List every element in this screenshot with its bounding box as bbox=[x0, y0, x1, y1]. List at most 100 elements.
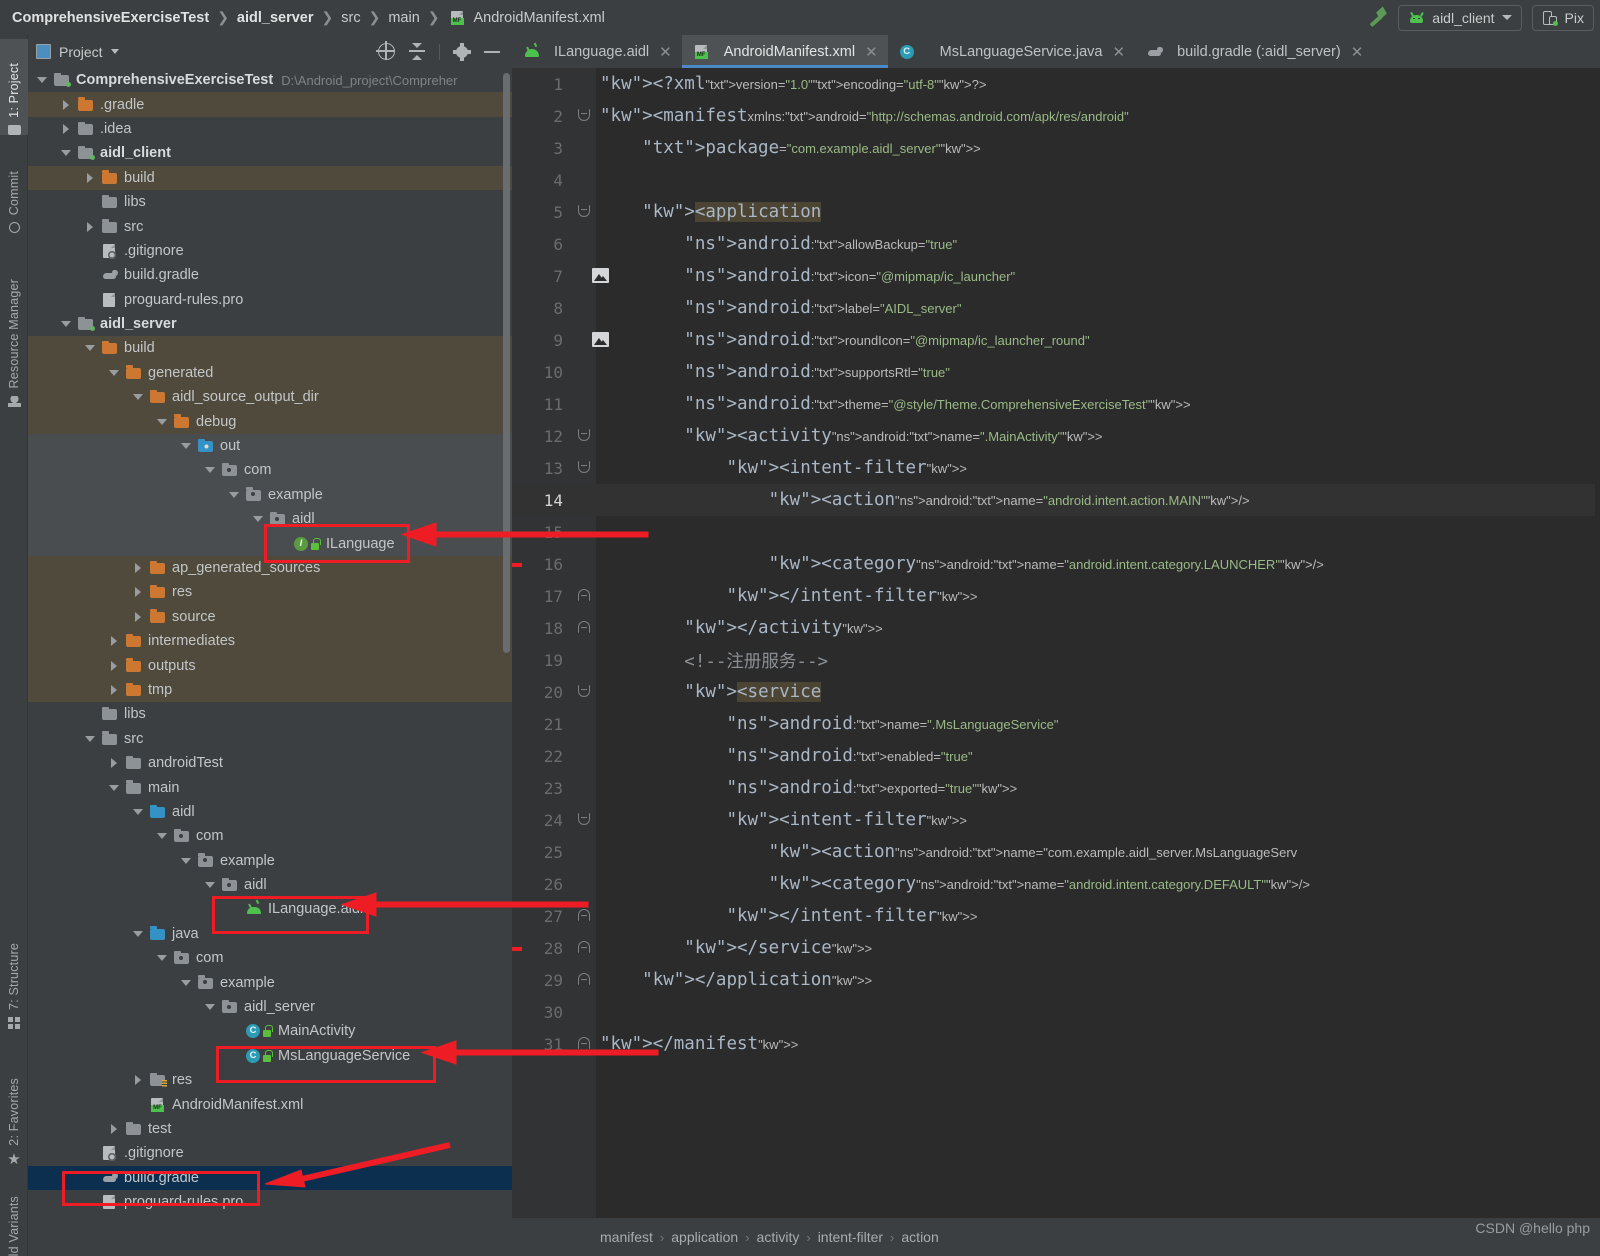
tree-node[interactable]: libs bbox=[28, 190, 512, 214]
collapse-arrow-icon[interactable] bbox=[156, 952, 169, 965]
collapse-arrow-icon[interactable] bbox=[60, 147, 73, 160]
fold-marker[interactable] bbox=[572, 100, 596, 132]
collapse-arrow-icon[interactable] bbox=[84, 342, 97, 355]
fold-marker[interactable] bbox=[572, 484, 596, 516]
fold-marker[interactable] bbox=[572, 132, 596, 164]
expand-arrow-icon[interactable] bbox=[108, 659, 121, 672]
tree-node[interactable]: generated bbox=[28, 360, 512, 386]
image-preview-icon[interactable] bbox=[592, 332, 609, 347]
fold-marker[interactable] bbox=[572, 516, 596, 548]
tree-node[interactable]: intermediates bbox=[28, 628, 512, 654]
tree-node[interactable]: proguard-rules.pro bbox=[28, 1190, 512, 1214]
tree-node[interactable]: java bbox=[28, 922, 512, 946]
code-line[interactable]: 15 bbox=[512, 516, 1600, 548]
tree-node[interactable]: res bbox=[28, 1068, 512, 1092]
code-line[interactable]: 29 "kw"></application "kw" >> bbox=[512, 964, 1600, 996]
code-line[interactable]: 25 "kw"><action "ns" >android: "txt" >name=… bbox=[512, 836, 1600, 868]
expand-arrow-icon[interactable] bbox=[84, 220, 97, 233]
sidebar-item-build-variants[interactable]: Build Variants bbox=[0, 1175, 28, 1256]
collapse-arrow-icon[interactable] bbox=[156, 415, 169, 428]
expand-arrow-icon[interactable] bbox=[108, 635, 121, 648]
code-line[interactable]: 11 "ns">android: "txt" >theme= "@style/Them… bbox=[512, 388, 1600, 420]
close-icon[interactable]: ✕ bbox=[659, 43, 672, 61]
breadcrumb-item-file[interactable]: AndroidManifest.xml bbox=[474, 10, 605, 26]
locate-icon[interactable] bbox=[376, 41, 395, 60]
fold-marker[interactable] bbox=[572, 324, 609, 356]
fold-marker[interactable] bbox=[572, 644, 596, 676]
editor-tab[interactable]: C MsLanguageService.java ✕ bbox=[888, 35, 1135, 68]
tree-node[interactable]: example bbox=[28, 482, 512, 508]
tree-node[interactable]: build bbox=[28, 165, 512, 190]
tree-node[interactable]: AndroidManifest.xml bbox=[28, 1092, 512, 1116]
collapse-arrow-icon[interactable] bbox=[108, 781, 121, 794]
fold-marker[interactable] bbox=[572, 996, 596, 1028]
code-line[interactable]: 13 "kw"><intent-filter "kw" >> bbox=[512, 452, 1600, 484]
tree-node-selected[interactable]: build.gradle bbox=[28, 1165, 512, 1190]
sidebar-item-commit[interactable]: Commit bbox=[0, 147, 28, 233]
sidebar-item-project[interactable]: 1: Project bbox=[0, 39, 28, 135]
code-line[interactable]: 24 "kw"><intent-filter "kw" >> bbox=[512, 804, 1600, 836]
image-preview-icon[interactable] bbox=[592, 268, 609, 283]
code-line[interactable]: 8 "ns">android: "txt" >label= "AIDL_server" bbox=[512, 292, 1600, 324]
code-line[interactable]: 21 "ns">android: "txt" >name= ".MsLanguageS… bbox=[512, 708, 1600, 740]
fold-marker[interactable] bbox=[572, 804, 596, 836]
fold-marker[interactable] bbox=[572, 388, 596, 420]
tree-node[interactable]: libs bbox=[28, 702, 512, 726]
tree-node[interactable]: com bbox=[28, 946, 512, 970]
fold-marker[interactable] bbox=[572, 676, 596, 708]
tree-node[interactable]: debug bbox=[28, 409, 512, 434]
code-line[interactable]: 12 "kw"><activity "ns" >android: "txt" >nam… bbox=[512, 420, 1600, 452]
expand-arrow-icon[interactable] bbox=[108, 757, 121, 770]
tree-node[interactable]: build bbox=[28, 336, 512, 361]
expand-arrow-icon[interactable] bbox=[132, 586, 145, 599]
tree-node[interactable]: .idea bbox=[28, 117, 512, 141]
collapse-arrow-icon[interactable] bbox=[204, 1001, 217, 1014]
tree-node[interactable]: ap_generated_sources bbox=[28, 555, 512, 581]
fold-marker[interactable] bbox=[572, 548, 596, 580]
sidebar-item-favorites[interactable]: ★ 2: Favorites bbox=[0, 1043, 28, 1167]
collapse-arrow-icon[interactable] bbox=[252, 513, 265, 526]
tree-node[interactable]: com bbox=[28, 824, 512, 848]
collapse-arrow-icon[interactable] bbox=[84, 732, 97, 745]
tree-node[interactable]: aidl_server bbox=[28, 995, 512, 1019]
fold-marker[interactable] bbox=[572, 452, 596, 484]
tree-node[interactable]: test bbox=[28, 1117, 512, 1141]
breadcrumb-item-project[interactable]: ComprehensiveExerciseTest bbox=[12, 10, 209, 26]
code-line[interactable]: 2 "kw"><manifest xmlns: "txt" >android= "htt… bbox=[512, 100, 1600, 132]
close-icon[interactable]: ✕ bbox=[1351, 43, 1364, 61]
expand-arrow-icon[interactable] bbox=[84, 171, 97, 184]
fold-marker[interactable] bbox=[572, 740, 596, 772]
fold-marker[interactable] bbox=[572, 900, 596, 932]
code-line[interactable]: 1 "kw"><?xml "txt" >version= "1.0" "txt" >en… bbox=[512, 68, 1600, 100]
editor-breadcrumb-item[interactable]: intent-filter bbox=[818, 1229, 883, 1245]
collapse-arrow-icon[interactable] bbox=[132, 805, 145, 818]
tree-node[interactable]: main bbox=[28, 775, 512, 799]
collapse-arrow-icon[interactable] bbox=[132, 927, 145, 940]
code-line[interactable]: 23 "ns">android: "txt" >exported= "true" "kw… bbox=[512, 772, 1600, 804]
tree-node[interactable]: com bbox=[28, 458, 512, 483]
collapse-arrow-icon[interactable] bbox=[156, 830, 169, 843]
code-line[interactable]: 6 "ns">android: "txt" >allowBackup= "true" bbox=[512, 228, 1600, 260]
fold-marker[interactable] bbox=[572, 932, 596, 964]
code-editor[interactable]: 1 "kw"><?xml "txt" >version= "1.0" "txt" >en… bbox=[512, 68, 1600, 1251]
tree-node[interactable]: ComprehensiveExerciseTest D:\Android_proj… bbox=[28, 68, 512, 92]
minimize-icon[interactable] bbox=[484, 50, 500, 53]
code-line[interactable]: 3 "txt">package = "com.example.aidl_server… bbox=[512, 132, 1600, 164]
collapse-arrow-icon[interactable] bbox=[60, 318, 73, 331]
tree-node[interactable]: I ILanguage bbox=[28, 531, 512, 556]
code-line[interactable]: 31 "kw"></manifest "kw" >> bbox=[512, 1028, 1600, 1060]
tree-node[interactable]: example bbox=[28, 849, 512, 873]
fold-marker[interactable] bbox=[572, 1028, 596, 1060]
fold-marker[interactable] bbox=[572, 708, 596, 740]
tree-node[interactable]: C MsLanguageService bbox=[28, 1044, 512, 1068]
tree-node[interactable]: aidl bbox=[28, 873, 512, 897]
project-tree[interactable]: ComprehensiveExerciseTest D:\Android_proj… bbox=[28, 68, 512, 1256]
code-line[interactable]: 7 "ns">android: "txt" >icon= "@mipmap/ic_la… bbox=[512, 260, 1600, 292]
collapse-arrow-icon[interactable] bbox=[180, 854, 193, 867]
collapse-arrow-icon[interactable] bbox=[180, 440, 193, 453]
editor-breadcrumb-item[interactable]: manifest bbox=[600, 1229, 653, 1245]
tree-node[interactable]: res bbox=[28, 580, 512, 605]
expand-arrow-icon[interactable] bbox=[132, 562, 145, 575]
sidebar-item-resource-manager[interactable]: Resource Manager bbox=[0, 247, 28, 407]
tree-node[interactable]: aidl bbox=[28, 800, 512, 824]
